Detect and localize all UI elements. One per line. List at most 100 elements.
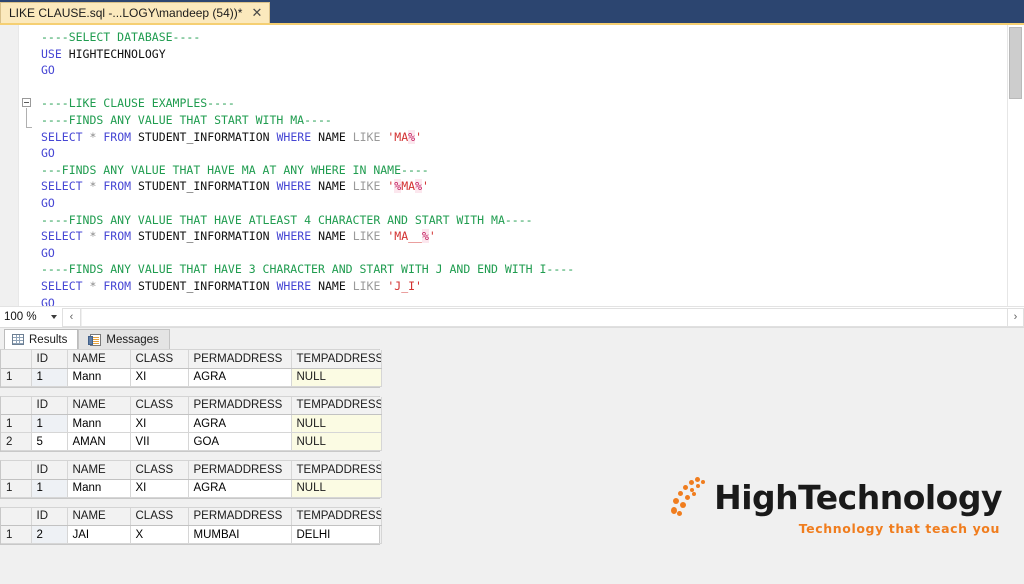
results-grid[interactable]: ID NAME CLASS PERMADDRESS TEMPADDRESS 1 1 Mann X… xyxy=(0,460,382,499)
cell-permaddress[interactable]: AGRA xyxy=(188,414,292,433)
cell-name[interactable]: Mann xyxy=(67,368,131,387)
code-line: GO xyxy=(41,63,55,78)
cell-tempaddress[interactable]: NULL xyxy=(291,368,382,387)
grid-corner-cell[interactable] xyxy=(1,350,32,369)
document-tab-like-clause[interactable]: LIKE CLAUSE.sql -...LOGY\mandeep (54))* … xyxy=(0,2,271,23)
code-line: GO xyxy=(41,245,55,260)
scroll-left-icon[interactable]: ‹ xyxy=(63,308,81,326)
column-header-id[interactable]: ID xyxy=(31,350,68,369)
code-line: ----FINDS ANY VALUE THAT HAVE ATLEAST 4 … xyxy=(19,212,1007,229)
cell-permaddress[interactable]: GOA xyxy=(188,432,292,451)
column-header-tempaddress[interactable]: TEMPADDRESS xyxy=(291,507,382,526)
code-line: ----FINDS ANY VALUE THAT HAVE 3 CHARACTE… xyxy=(19,261,1007,278)
column-header-permaddress[interactable]: PERMADDRESS xyxy=(188,350,292,369)
cell-class[interactable]: XI xyxy=(130,368,189,387)
results-grids: ID NAME CLASS PERMADDRESS TEMPADDRESS 1 1 Mann X… xyxy=(0,349,1024,545)
cell-id[interactable]: 1 xyxy=(30,367,68,387)
cell-name[interactable]: Mann xyxy=(67,479,131,498)
table-header-row: ID NAME CLASS PERMADDRESS TEMPADDRESS xyxy=(1,507,382,526)
editor-horizontal-scrollbar[interactable]: ‹ xyxy=(62,307,1007,327)
row-header-cell[interactable]: 1 xyxy=(1,414,32,433)
editor-vertical-scrollbar-thumb[interactable] xyxy=(1009,27,1022,99)
results-tab-bar: Results Messages xyxy=(0,328,1024,349)
column-header-id[interactable]: ID xyxy=(31,461,68,480)
cell-tempaddress[interactable]: DELHI xyxy=(291,525,382,544)
column-header-tempaddress[interactable]: TEMPADDRESS xyxy=(291,396,382,415)
table-header-row: ID NAME CLASS PERMADDRESS TEMPADDRESS xyxy=(1,461,382,480)
cell-name[interactable]: AMAN xyxy=(67,432,131,451)
close-icon[interactable]: ✕ xyxy=(251,6,262,19)
code-line: USE HIGHTECHNOLOGY xyxy=(41,46,166,61)
cell-tempaddress[interactable]: NULL xyxy=(291,479,382,498)
grid-corner-cell[interactable] xyxy=(1,396,32,415)
column-header-tempaddress[interactable]: TEMPADDRESS xyxy=(291,350,382,369)
column-header-permaddress[interactable]: PERMADDRESS xyxy=(188,507,292,526)
table-header-row: ID NAME CLASS PERMADDRESS TEMPADDRESS xyxy=(1,396,382,415)
table-row[interactable]: 1 1 Mann XI AGRA NULL xyxy=(1,478,382,498)
column-header-class[interactable]: CLASS xyxy=(130,350,189,369)
results-grid[interactable]: ID NAME CLASS PERMADDRESS TEMPADDRESS 1 1 Mann X… xyxy=(0,349,382,388)
grid-corner-cell[interactable] xyxy=(1,461,32,480)
tab-messages[interactable]: Messages xyxy=(78,329,170,349)
message-icon xyxy=(88,333,102,346)
tab-label: Messages xyxy=(106,333,159,346)
cell-permaddress[interactable]: AGRA xyxy=(188,368,292,387)
cell-class[interactable]: VII xyxy=(130,432,189,451)
sql-editor[interactable]: ----SELECT DATABASE---- USE HIGHTECHNOLOG… xyxy=(0,25,1024,307)
column-header-name[interactable]: NAME xyxy=(67,507,131,526)
tab-label: Results xyxy=(29,333,68,346)
code-line: SELECT * FROM STUDENT_INFORMATION WHERE … xyxy=(41,129,422,144)
cell-id[interactable]: 2 xyxy=(30,525,68,544)
cell-id[interactable]: 1 xyxy=(30,478,68,498)
document-tab-strip: LIKE CLAUSE.sql -...LOGY\mandeep (54))* … xyxy=(0,0,1024,25)
column-header-name[interactable]: NAME xyxy=(67,350,131,369)
column-header-class[interactable]: CLASS xyxy=(130,461,189,480)
code-line: GO xyxy=(41,295,55,307)
results-grid[interactable]: ID NAME CLASS PERMADDRESS TEMPADDRESS 1 2 JAI X M… xyxy=(0,506,382,545)
results-grid[interactable]: ID NAME CLASS PERMADDRESS TEMPADDRESS 1 1 Mann X… xyxy=(0,395,382,452)
editor-horizontal-scrollbar-track[interactable] xyxy=(81,308,1007,326)
column-header-id[interactable]: ID xyxy=(31,396,68,415)
cell-name[interactable]: JAI xyxy=(67,525,131,544)
cell-class[interactable]: XI xyxy=(130,479,189,498)
code-line: ---FINDS ANY VALUE THAT HAVE MA AT ANY W… xyxy=(41,162,429,177)
cell-id[interactable]: 1 xyxy=(30,414,68,433)
column-header-id[interactable]: ID xyxy=(31,507,68,526)
grid-corner-cell[interactable] xyxy=(1,507,32,526)
sql-code-text[interactable]: ----SELECT DATABASE---- USE HIGHTECHNOLOG… xyxy=(19,25,1007,306)
table-row[interactable]: 1 2 JAI X MUMBAI DELHI xyxy=(1,525,382,544)
column-header-class[interactable]: CLASS xyxy=(130,396,189,415)
tab-results[interactable]: Results xyxy=(4,329,79,349)
column-header-class[interactable]: CLASS xyxy=(130,507,189,526)
table-row[interactable]: 1 1 Mann XI AGRA NULL xyxy=(1,414,382,433)
scroll-right-icon[interactable]: › xyxy=(1007,307,1024,327)
editor-vertical-scrollbar[interactable] xyxy=(1007,25,1024,306)
column-header-tempaddress[interactable]: TEMPADDRESS xyxy=(291,461,382,480)
zoom-level-selector[interactable]: 100 % xyxy=(0,308,62,327)
code-line: GO xyxy=(41,146,55,161)
column-header-permaddress[interactable]: PERMADDRESS xyxy=(188,396,292,415)
cell-permaddress[interactable]: MUMBAI xyxy=(188,525,292,544)
table-header-row: ID NAME CLASS PERMADDRESS TEMPADDRESS xyxy=(1,350,382,369)
cell-permaddress[interactable]: AGRA xyxy=(188,479,292,498)
row-header-cell[interactable]: 1 xyxy=(1,368,32,387)
row-header-cell[interactable]: 1 xyxy=(1,525,32,544)
cell-id[interactable]: 5 xyxy=(31,432,68,451)
cell-tempaddress[interactable]: NULL xyxy=(291,414,382,433)
table-row[interactable]: 1 1 Mann XI AGRA NULL xyxy=(1,367,382,387)
cell-tempaddress[interactable]: NULL xyxy=(291,432,382,451)
cell-class[interactable]: XI xyxy=(130,414,189,433)
cell-name[interactable]: Mann xyxy=(67,414,131,433)
table-row[interactable]: 2 5 AMAN VII GOA NULL xyxy=(1,432,382,451)
column-header-permaddress[interactable]: PERMADDRESS xyxy=(188,461,292,480)
row-header-cell[interactable]: 2 xyxy=(1,432,32,451)
column-header-name[interactable]: NAME xyxy=(67,461,131,480)
outline-collapse-icon[interactable] xyxy=(22,98,31,108)
grid-icon xyxy=(12,334,24,345)
row-header-cell[interactable]: 1 xyxy=(1,479,32,498)
chevron-down-icon[interactable] xyxy=(51,315,57,319)
column-header-name[interactable]: NAME xyxy=(67,396,131,415)
editor-status-bar: 100 % ‹ › xyxy=(0,307,1024,328)
cell-class[interactable]: X xyxy=(130,525,189,544)
